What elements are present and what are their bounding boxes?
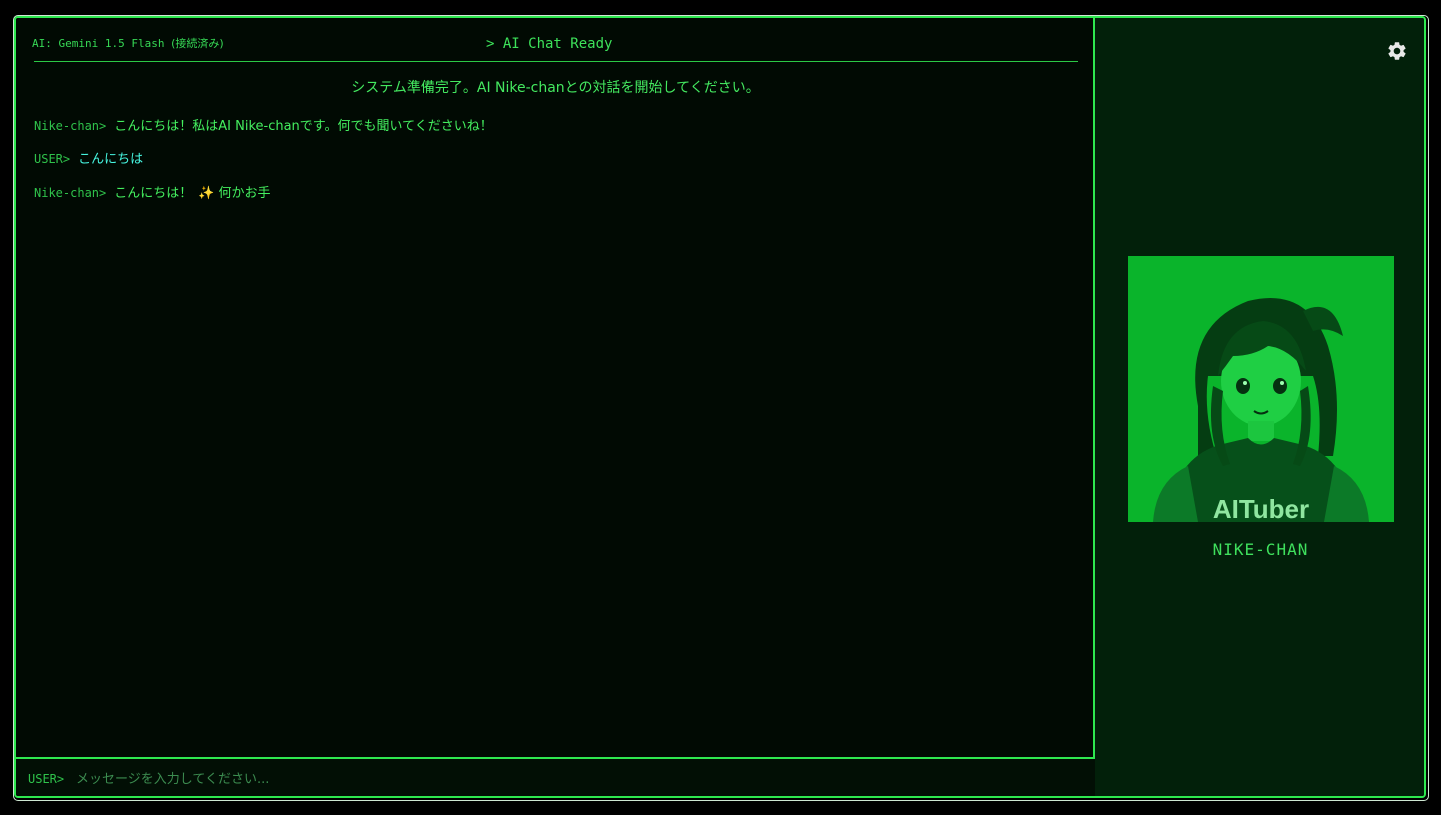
system-message: システム準備完了。AI Nike-chanとの対話を開始してください。	[16, 77, 1095, 97]
connection-status: (接続済み)	[171, 37, 224, 50]
shirt-logo: AITuber	[1213, 494, 1309, 522]
gear-icon	[1388, 42, 1406, 60]
message-text-end: 何かお手	[218, 186, 271, 201]
message-speaker: USER>	[34, 152, 71, 166]
message-text: こんにちは！私はAI Nike-chanです。何でも聞いてくださいね！	[114, 119, 493, 134]
chat-panel: AI: Gemini 1.5 Flash (接続済み) > AI Chat Re…	[16, 18, 1095, 759]
chat-message: Nike-chan> こんにちは！私はAI Nike-chanです。何でも聞いてく…	[34, 115, 493, 134]
model-status: AI: Gemini 1.5 Flash (接続済み)	[32, 35, 224, 51]
sparkles-icon: ✨	[198, 186, 215, 201]
message-input[interactable]	[74, 765, 1078, 793]
chat-message: Nike-chan> こんにちは！ ✨ 何かお手	[34, 182, 270, 201]
message-text: こんにちは！ ✨ 何かお手	[114, 186, 270, 201]
system-message-text: システム準備完了。AI Nike-chanとの対話を開始してください。	[351, 80, 760, 96]
header-divider	[34, 61, 1078, 62]
message-speaker: Nike-chan>	[34, 186, 107, 200]
chat-message: USER> こんにちは	[34, 148, 143, 167]
model-label: AI: Gemini 1.5 Flash	[32, 37, 165, 50]
settings-button[interactable]	[1386, 40, 1408, 62]
chat-header-title: > AI Chat Ready	[486, 36, 613, 52]
avatar-name: NIKE-CHAN	[1212, 540, 1309, 559]
message-input-bar: USER>	[16, 759, 1095, 796]
avatar-illustration: AITuber	[1128, 256, 1394, 522]
app-window: AI: Gemini 1.5 Flash (接続済み) > AI Chat Re…	[14, 16, 1426, 798]
message-speaker: Nike-chan>	[34, 119, 107, 133]
avatar-panel: AITuber NIKE-CHAN	[1095, 18, 1424, 796]
avatar: AITuber	[1128, 256, 1394, 522]
input-prefix: USER>	[28, 772, 65, 786]
message-text-start: こんにちは！	[114, 186, 193, 201]
message-text: こんにちは	[78, 152, 144, 167]
